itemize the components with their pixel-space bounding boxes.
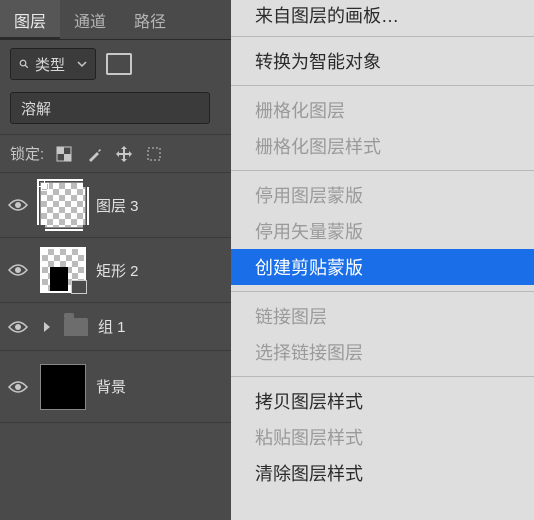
blend-mode-value: 溶解: [21, 98, 51, 119]
menu-separator: [231, 170, 534, 171]
lock-position-icon[interactable]: [114, 144, 134, 164]
layer-name[interactable]: 图层 3: [96, 195, 139, 216]
disclosure-triangle[interactable]: [40, 321, 54, 333]
menu-artboard-from-layers[interactable]: 来自图层的画板…: [231, 0, 534, 30]
search-icon: [19, 59, 29, 69]
menu-convert-smart-object[interactable]: 转换为智能对象: [231, 43, 534, 79]
blend-mode-row: 溶解: [0, 88, 231, 134]
visibility-toggle[interactable]: [6, 380, 30, 394]
lock-transparency-icon[interactable]: [54, 144, 74, 164]
menu-rasterize-layer: 栅格化图层: [231, 92, 534, 128]
menu-separator: [231, 291, 534, 292]
layer-thumbnail[interactable]: [40, 247, 86, 293]
filter-type-label: 类型: [35, 54, 65, 75]
layer-name[interactable]: 矩形 2: [96, 260, 139, 281]
menu-rasterize-style: 栅格化图层样式: [231, 128, 534, 164]
layer-group-row[interactable]: 组 1: [0, 303, 231, 351]
folder-icon: [64, 318, 88, 336]
layer-filter-row: 类型: [0, 40, 231, 88]
visibility-toggle[interactable]: [6, 198, 30, 212]
blend-mode-dropdown[interactable]: 溶解: [10, 92, 210, 124]
menu-clear-layer-style[interactable]: 清除图层样式: [231, 455, 534, 491]
menu-copy-layer-style[interactable]: 拷贝图层样式: [231, 383, 534, 419]
layer-row[interactable]: 背景: [0, 351, 231, 423]
tab-paths[interactable]: 路径: [120, 0, 180, 39]
menu-create-clipping-mask[interactable]: 创建剪贴蒙版: [231, 249, 534, 285]
layer-name[interactable]: 组 1: [98, 316, 126, 337]
menu-select-linked: 选择链接图层: [231, 334, 534, 370]
panel-tabs: 图层 通道 路径: [0, 0, 231, 40]
lock-label: 锁定:: [10, 143, 44, 164]
menu-paste-layer-style: 粘贴图层样式: [231, 419, 534, 455]
menu-disable-vector-mask: 停用矢量蒙版: [231, 213, 534, 249]
lock-row: 锁定:: [0, 134, 231, 173]
menu-separator: [231, 376, 534, 377]
visibility-toggle[interactable]: [6, 320, 30, 334]
lock-pixels-icon[interactable]: [84, 144, 104, 164]
layer-row[interactable]: 图层 3: [0, 173, 231, 238]
chevron-down-icon: [77, 59, 87, 69]
tab-layers[interactable]: 图层: [0, 0, 60, 39]
menu-disable-layer-mask: 停用图层蒙版: [231, 177, 534, 213]
menu-separator: [231, 85, 534, 86]
menu-link-layers: 链接图层: [231, 298, 534, 334]
layer-thumbnail[interactable]: [40, 182, 86, 228]
layers-panel: 图层 通道 路径 类型 溶解 锁定:: [0, 0, 231, 520]
filter-pixel-icon[interactable]: [106, 53, 132, 75]
context-menu: 来自图层的画板… 转换为智能对象 栅格化图层 栅格化图层样式 停用图层蒙版 停用…: [231, 0, 534, 520]
layer-thumbnail[interactable]: [40, 364, 86, 410]
layer-row[interactable]: 矩形 2: [0, 238, 231, 303]
menu-separator: [231, 36, 534, 37]
visibility-toggle[interactable]: [6, 263, 30, 277]
lock-artboard-icon[interactable]: [144, 144, 164, 164]
filter-type-dropdown[interactable]: 类型: [10, 48, 96, 80]
tab-channels[interactable]: 通道: [60, 0, 120, 39]
layer-name[interactable]: 背景: [96, 376, 126, 397]
layer-list: 图层 3 矩形 2 组 1 背景: [0, 173, 231, 520]
